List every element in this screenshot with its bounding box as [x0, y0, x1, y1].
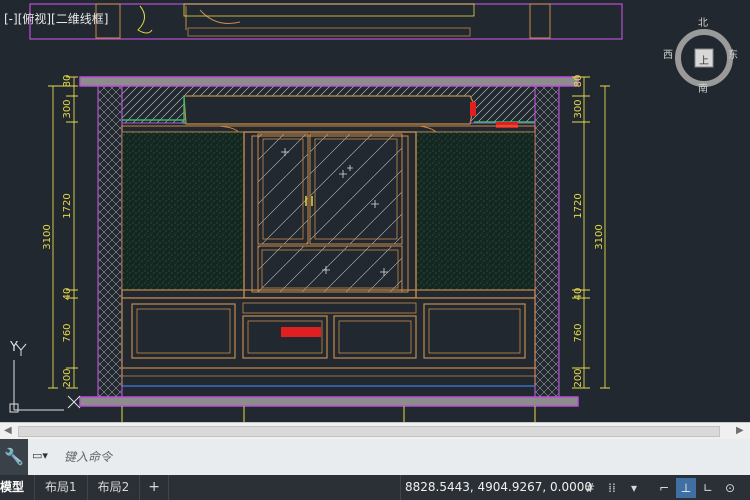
compass-north[interactable]: 北 — [698, 14, 708, 29]
dropdown-icon[interactable]: ▾ — [624, 478, 644, 498]
scroll-right-icon[interactable]: ▶ — [736, 425, 744, 436]
viewcube[interactable]: 北 南 东 西 上 — [662, 14, 746, 98]
snap-icon[interactable]: ⁞⁞ — [602, 478, 622, 498]
soffit-label-red — [470, 102, 476, 116]
right-total-dimension: 3100 — [594, 224, 605, 249]
lower-cabinets — [121, 297, 536, 369]
drawing-viewport[interactable]: 80 300 1720 40 760 200 80 300 1720 40 760 200 3100… — [0, 0, 750, 422]
ortho-icon[interactable]: ∟ — [698, 478, 718, 498]
right-wallpaper-panel — [415, 131, 536, 291]
tag-red-lower — [281, 327, 321, 337]
viewcube-top-face[interactable]: 上 — [699, 52, 709, 67]
left-dimension-label: 80 — [62, 75, 73, 88]
tag-red-upper — [496, 122, 518, 128]
floor-slab — [79, 396, 579, 407]
right-dimension-label: 200 — [573, 368, 584, 387]
right-dimension-label: 40 — [573, 288, 584, 301]
right-dimension-label: 1720 — [573, 193, 584, 218]
layout-tabs: 模型 布局1 布局2 + — [0, 475, 170, 500]
scrollbar-thumb[interactable] — [18, 426, 720, 437]
command-input[interactable] — [64, 447, 734, 467]
viewport-label[interactable]: [-][俯视][二维线框] — [4, 10, 108, 27]
right-dimension-label: 300 — [573, 99, 584, 118]
left-dimension-label: 300 — [62, 99, 73, 118]
tab-model[interactable]: 模型 — [0, 475, 36, 500]
coordinate-readout[interactable]: 8828.5443, 4904.9267, 0.0000 — [400, 475, 596, 500]
left-total-dimension: 3100 — [42, 224, 53, 249]
left-dimension-label: 760 — [62, 323, 73, 342]
right-dimension-label: 80 — [573, 75, 584, 88]
compass-west[interactable]: 西 — [663, 46, 673, 61]
left-dimension-label: 1720 — [62, 193, 73, 218]
wrench-icon[interactable]: 🔧 — [0, 439, 28, 475]
central-display-cabinet — [243, 131, 417, 299]
add-layout-button[interactable]: + — [140, 475, 170, 500]
ucs-y-label: Y — [10, 340, 18, 355]
left-wall — [97, 85, 123, 398]
tab-layout2[interactable]: 布局2 — [88, 475, 141, 500]
scroll-left-icon[interactable]: ◀ — [4, 425, 12, 436]
cad-drawing[interactable]: 80 300 1720 40 760 200 80 300 1720 40 760 200 3100… — [0, 0, 750, 422]
upper-drawing-fragment — [29, 3, 623, 40]
tab-layout1[interactable]: 布局1 — [35, 475, 88, 500]
command-line[interactable]: 🔧 ▭▾ — [0, 439, 750, 475]
command-window-icon[interactable]: ▭▾ — [32, 449, 60, 465]
grid-icon[interactable]: # — [580, 478, 600, 498]
soffit — [183, 95, 475, 125]
compass-south[interactable]: 南 — [698, 80, 708, 95]
left-dimension-label: 200 — [62, 368, 73, 387]
left-dimension-label: 40 — [62, 288, 73, 301]
status-bar: 模型 布局1 布局2 + 8828.5443, 4904.9267, 0.000… — [0, 475, 750, 500]
left-wallpaper-panel — [121, 131, 245, 291]
ceiling-slab — [79, 76, 579, 87]
status-tools: # ⁞⁞ ▾ ⌐ ⊥ ∟ ⊙ — [580, 475, 742, 500]
right-dimension-label: 760 — [573, 323, 584, 342]
horizontal-scrollbar[interactable]: ◀ ▶ — [0, 422, 750, 439]
infer-icon[interactable]: ⌐ — [654, 478, 674, 498]
compass-east[interactable]: 东 — [728, 46, 738, 61]
polar-icon[interactable]: ⊙ — [720, 478, 740, 498]
right-wall — [534, 85, 560, 398]
plinth — [121, 367, 536, 387]
dynamic-ucs-icon[interactable]: ⊥ — [676, 477, 696, 498]
